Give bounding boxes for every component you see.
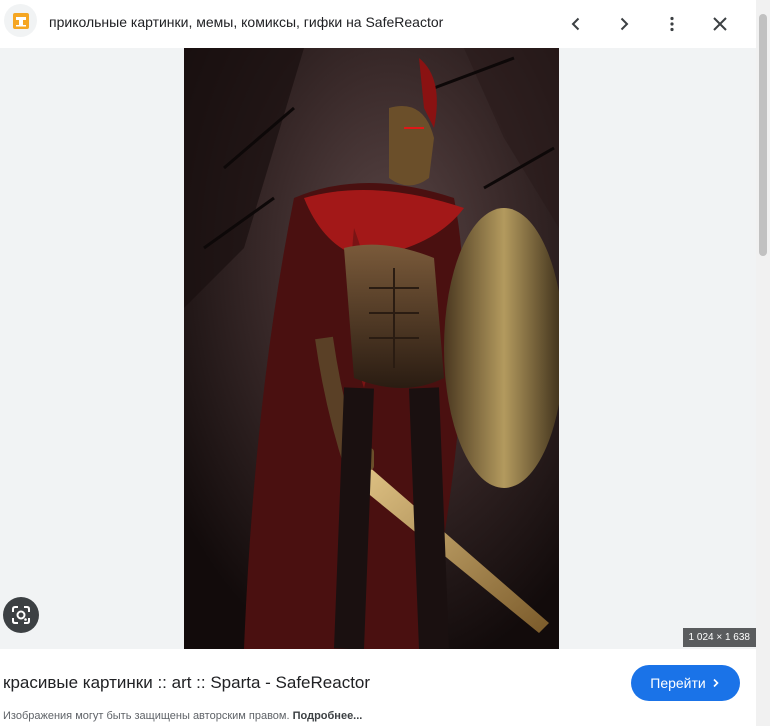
- learn-more-link[interactable]: Подробнее...: [293, 710, 363, 722]
- site-title[interactable]: прикольные картинки, мемы, комиксы, гифк…: [49, 14, 443, 30]
- copyright-notice: Изображения могут быть защищены авторски…: [3, 710, 362, 722]
- viewer-header: прикольные картинки, мемы, комиксы, гифк…: [0, 0, 756, 48]
- google-lens-button[interactable]: [3, 597, 39, 633]
- more-options-button[interactable]: [656, 8, 688, 40]
- scrollbar-thumb[interactable]: [759, 14, 767, 256]
- close-icon: [713, 17, 727, 31]
- spartan-warrior-artwork[interactable]: [184, 48, 559, 649]
- close-button[interactable]: [704, 8, 736, 40]
- image-dimensions-badge: 1 024 × 1 638: [682, 628, 756, 647]
- scrollbar[interactable]: [756, 0, 770, 726]
- safereactor-favicon-icon[interactable]: [4, 4, 37, 37]
- more-vert-icon: [670, 16, 674, 32]
- copyright-text: Изображения могут быть защищены авторски…: [3, 710, 290, 722]
- image-viewer: 1 024 × 1 638: [0, 48, 756, 649]
- next-button[interactable]: [608, 8, 640, 40]
- image-caption-link[interactable]: красивые картинки :: art :: Sparta - Saf…: [3, 673, 370, 693]
- chevron-right-icon: [713, 678, 719, 688]
- google-lens-icon: [12, 606, 30, 624]
- visit-button-label: Перейти: [650, 675, 706, 691]
- chevron-left-icon: [571, 17, 580, 31]
- chevron-right-icon: [620, 17, 629, 31]
- previous-button[interactable]: [560, 8, 592, 40]
- visit-button[interactable]: Перейти: [631, 665, 740, 701]
